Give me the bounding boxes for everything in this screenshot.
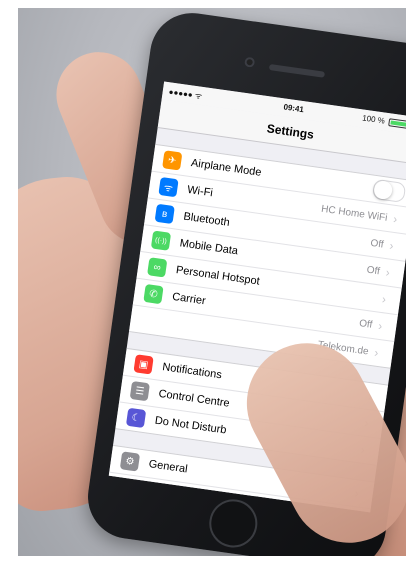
chevron-right-icon: › — [388, 238, 395, 253]
row-value: Off — [358, 317, 374, 331]
home-button[interactable] — [206, 496, 261, 551]
display-brightness-icon: AA — [116, 478, 137, 499]
battery-percent: 100 % — [361, 113, 386, 126]
front-camera — [244, 56, 256, 68]
battery-fill — [390, 120, 406, 128]
photo-background: ●●●●● ᯤ 09:41 100 % Settings ✈ Airplane … — [18, 8, 406, 556]
earpiece — [268, 64, 326, 78]
settings-group-connectivity: ✈ Airplane Mode ᯤ Wi-Fi HC Home WiFi › ʙ… — [128, 143, 406, 369]
chevron-right-icon: › — [373, 345, 380, 360]
bluetooth-icon: ʙ — [154, 203, 175, 225]
chevron-right-icon: › — [384, 265, 391, 280]
hotspot-icon: ∞ — [147, 257, 168, 278]
chevron-right-icon: › — [392, 211, 399, 227]
control-centre-icon: ☰ — [129, 380, 150, 402]
mobile-data-icon: ((·)) — [150, 230, 172, 251]
gear-icon: ⚙ — [119, 451, 141, 472]
notifications-icon: ▣ — [133, 354, 154, 375]
toggle-knob — [373, 179, 394, 201]
row-value: Off — [366, 264, 381, 277]
phone-icon: ✆ — [143, 283, 164, 305]
wifi-icon: ᯤ — [158, 176, 179, 198]
row-value: HC Home WiFi — [320, 203, 389, 224]
airplane-icon: ✈ — [162, 150, 183, 171]
chevron-right-icon: › — [381, 292, 387, 307]
chevron-right-icon: › — [377, 318, 384, 334]
airplane-mode-toggle[interactable] — [371, 178, 406, 204]
row-value: Off — [369, 237, 385, 251]
battery-icon — [388, 118, 406, 130]
moon-icon: ☾ — [125, 407, 147, 429]
